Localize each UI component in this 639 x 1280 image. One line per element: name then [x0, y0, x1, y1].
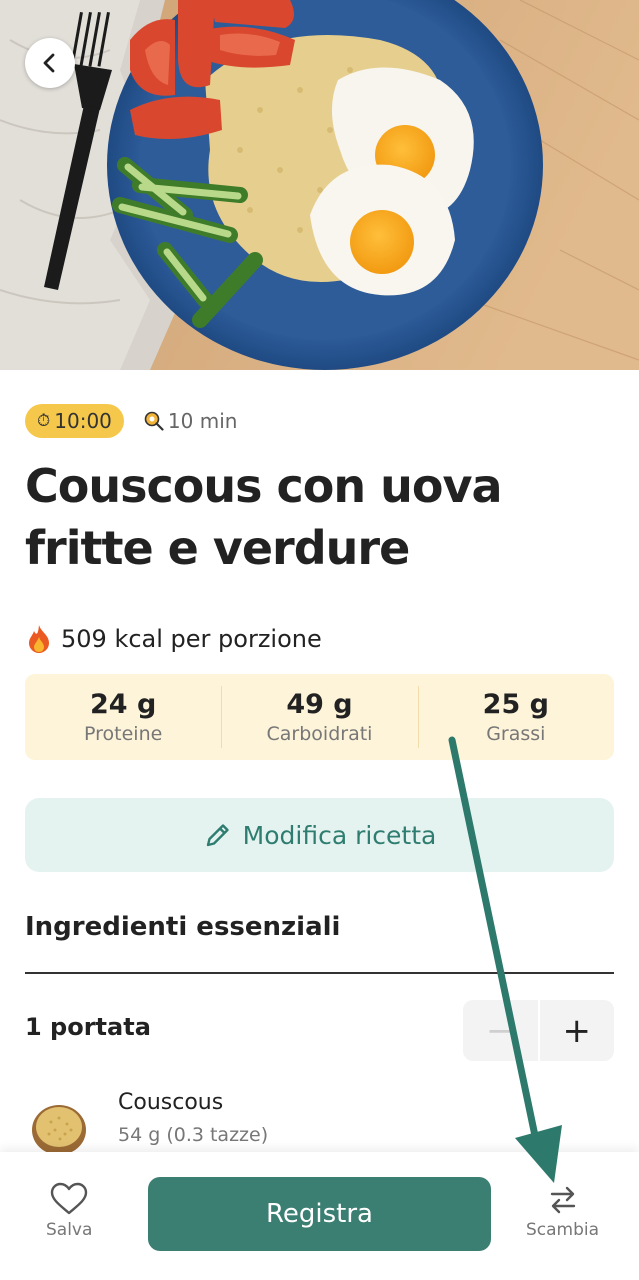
- calories-row: 509 kcal per porzione: [25, 624, 322, 654]
- macro-value: 25 g: [482, 689, 549, 720]
- bottom-action-bar: Salva Registra Scambia: [0, 1152, 639, 1280]
- heart-icon: [51, 1182, 88, 1215]
- save-button[interactable]: Salva: [46, 1182, 92, 1240]
- swap-label: Scambia: [526, 1220, 600, 1240]
- pencil-icon: [206, 824, 229, 847]
- portions-stepper: − +: [463, 1000, 614, 1061]
- time-badge-text: 10:00: [54, 409, 112, 433]
- hero-illustration: [0, 0, 639, 370]
- edit-recipe-button[interactable]: Modifica ricetta: [25, 798, 614, 872]
- couscous-thumbnail: [25, 1094, 92, 1161]
- fire-icon: [29, 625, 49, 653]
- macro-value: 49 g: [286, 689, 353, 720]
- save-label: Salva: [46, 1220, 93, 1240]
- ingredient-text: Couscous 54 g (0.3 tazze): [118, 1088, 268, 1152]
- chevron-left-icon: [43, 53, 55, 73]
- macro-value: 24 g: [90, 689, 157, 720]
- duration-text: 10 min: [167, 409, 238, 433]
- calories-text: 509 kcal per porzione: [61, 625, 322, 653]
- section-divider: [25, 972, 614, 974]
- macro-fat: 25 g Grassi: [417, 674, 614, 760]
- swap-arrows-icon: [550, 1186, 575, 1214]
- couscous-bowl-icon: [25, 1094, 92, 1161]
- stopwatch-icon: ⏱: [37, 411, 51, 431]
- recipe-title: Couscous con uova fritte e verdure: [25, 459, 503, 575]
- ingredients-title: Ingredienti essenziali: [25, 912, 341, 942]
- edit-recipe-label: Modifica ricetta: [242, 820, 437, 850]
- swap-button[interactable]: Scambia: [526, 1182, 599, 1240]
- macro-carbs: 49 g Carboidrati: [221, 674, 417, 760]
- portions-label: 1 portata: [25, 1013, 151, 1041]
- decrease-portions-button[interactable]: −: [463, 1000, 540, 1061]
- recipe-hero-image: [0, 0, 639, 370]
- ingredient-item: Couscous 54 g (0.3 tazze): [25, 1088, 268, 1161]
- macro-label: Proteine: [84, 723, 163, 745]
- macro-label: Carboidrati: [266, 723, 373, 745]
- ingredient-name: Couscous: [118, 1090, 224, 1115]
- log-meal-button[interactable]: Registra: [148, 1177, 491, 1251]
- macro-protein: 24 g Proteine: [25, 674, 221, 760]
- time-badge: ⏱ 10:00: [25, 404, 124, 438]
- recipe-meta: ⏱ 10:00 10 min: [25, 404, 237, 438]
- ingredient-quantity: 54 g (0.3 tazze): [118, 1124, 269, 1146]
- frying-pan-icon: [144, 411, 164, 431]
- increase-portions-button[interactable]: +: [540, 1000, 615, 1061]
- macro-label: Grassi: [486, 723, 546, 745]
- back-button[interactable]: [25, 38, 75, 88]
- macros-panel: 24 g Proteine 49 g Carboidrati 25 g Gras…: [25, 674, 614, 760]
- cooking-duration: 10 min: [144, 409, 238, 433]
